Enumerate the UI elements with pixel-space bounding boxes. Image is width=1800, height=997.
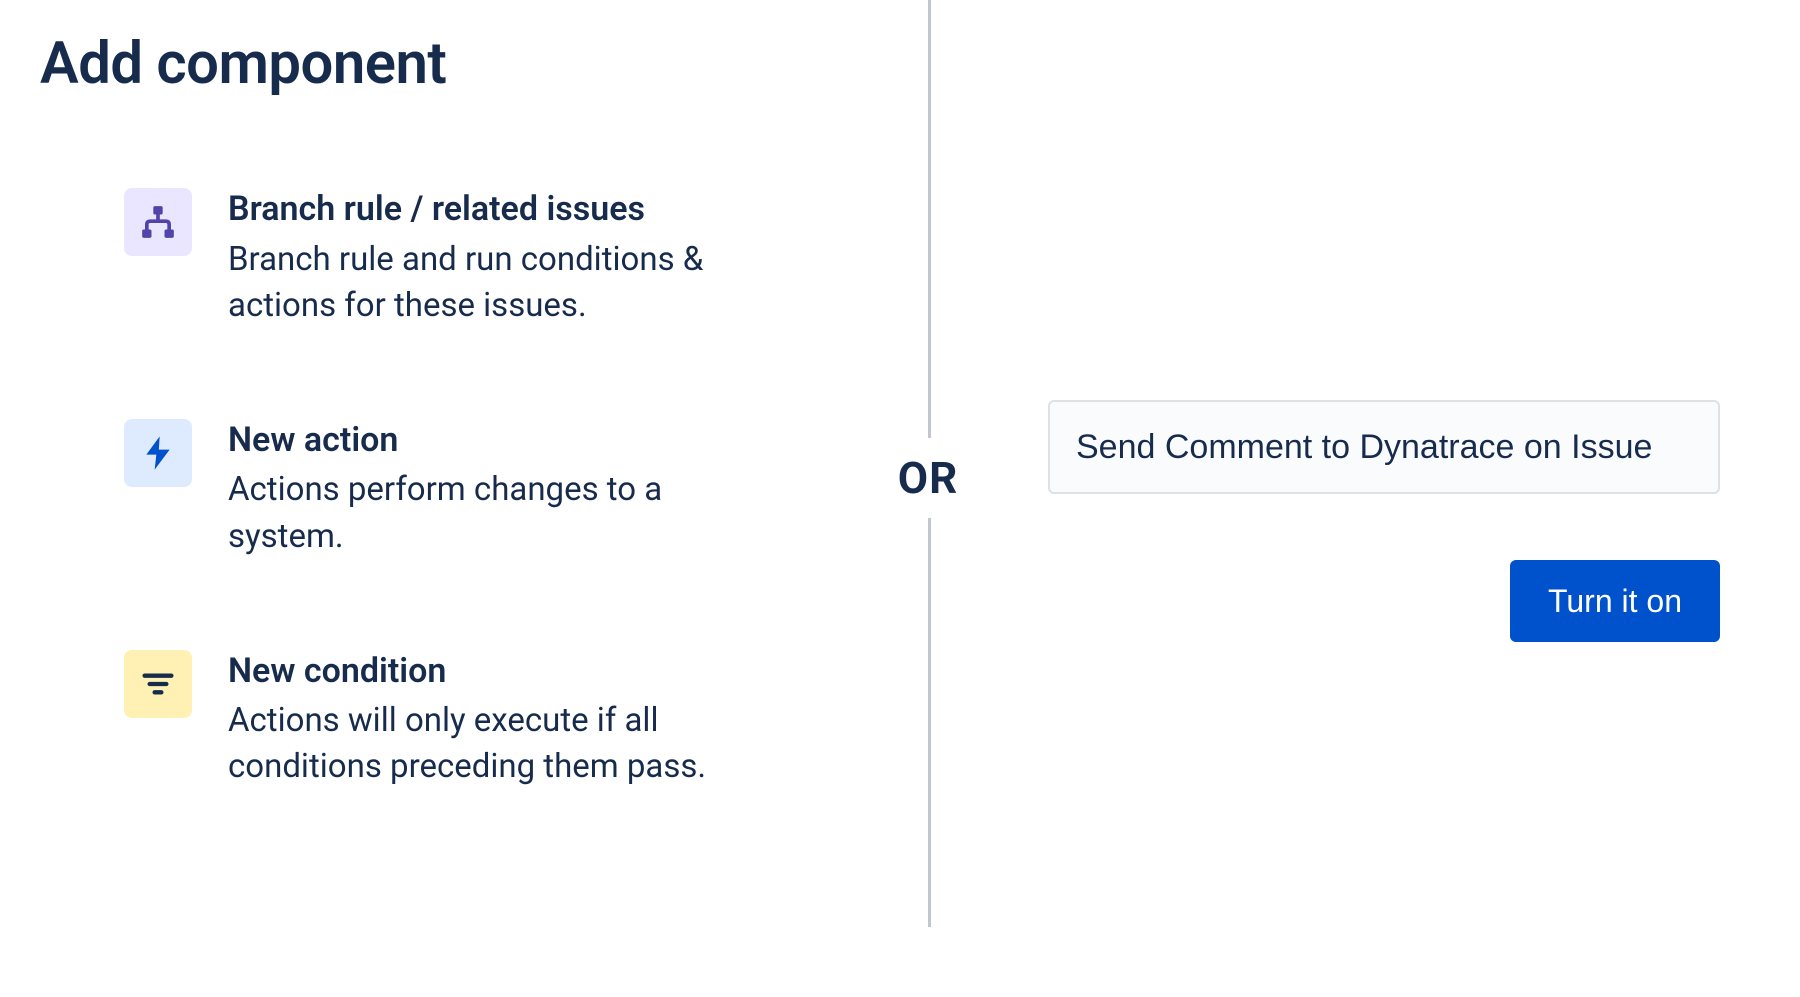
right-pane: Turn it on [920, 0, 1800, 997]
left-pane: Add component Branch rule / related issu… [0, 0, 920, 997]
component-list: Branch rule / related issues Branch rule… [40, 188, 880, 791]
component-action-title: New action [228, 419, 748, 462]
filter-icon [124, 650, 192, 718]
page-title: Add component [40, 30, 880, 98]
component-action-desc: Actions perform changes to a system. [228, 467, 748, 559]
component-new-condition[interactable]: New condition Actions will only execute … [124, 650, 880, 791]
add-component-container: Add component Branch rule / related issu… [0, 0, 1800, 997]
rule-name-input[interactable] [1048, 400, 1720, 494]
component-condition-title: New condition [228, 650, 748, 693]
component-new-action[interactable]: New action Actions perform changes to a … [124, 419, 880, 560]
component-branch-text: Branch rule / related issues Branch rule… [228, 188, 748, 329]
branch-icon [124, 188, 192, 256]
turn-it-on-button[interactable]: Turn it on [1510, 560, 1720, 642]
lightning-icon [124, 419, 192, 487]
component-branch-desc: Branch rule and run conditions & actions… [228, 237, 748, 329]
component-branch-rule[interactable]: Branch rule / related issues Branch rule… [124, 188, 880, 329]
component-branch-title: Branch rule / related issues [228, 188, 748, 231]
component-condition-text: New condition Actions will only execute … [228, 650, 748, 791]
component-condition-desc: Actions will only execute if all conditi… [228, 698, 748, 790]
component-action-text: New action Actions perform changes to a … [228, 419, 748, 560]
